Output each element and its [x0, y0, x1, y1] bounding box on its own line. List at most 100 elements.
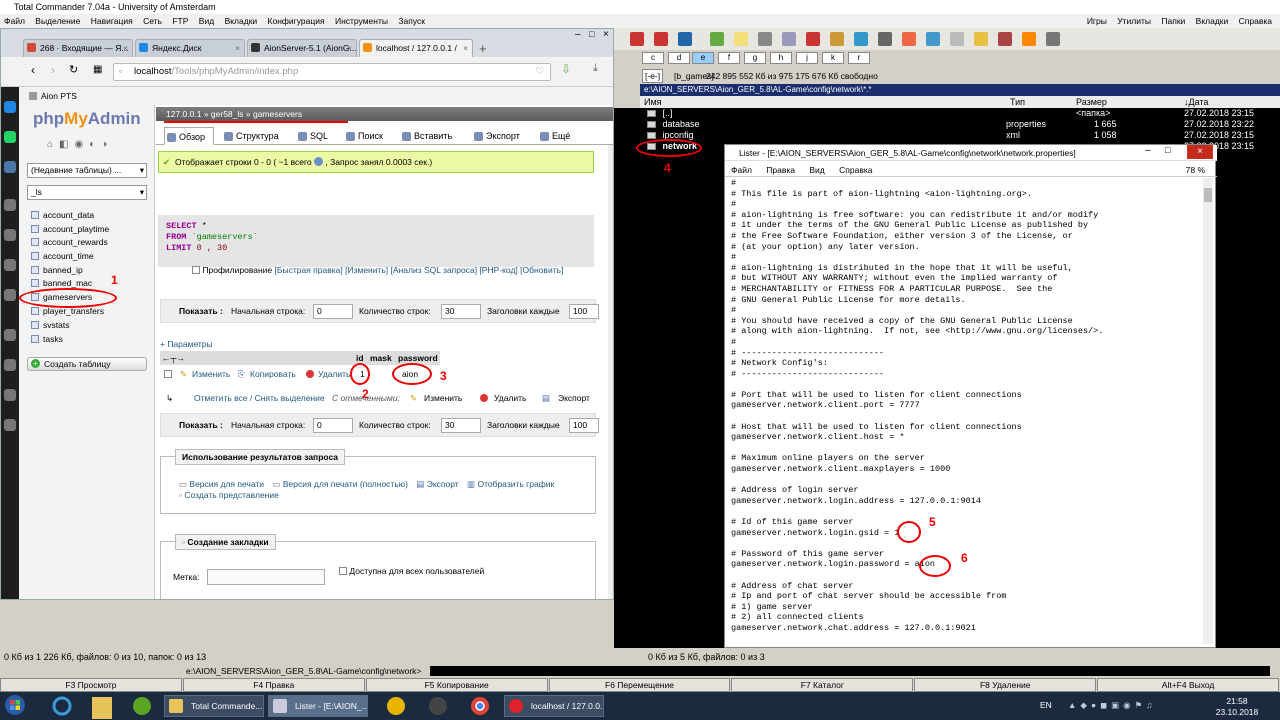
scroll-thumb[interactable] [1204, 188, 1212, 202]
menu-tools[interactable]: Инструменты [335, 16, 388, 26]
file-row[interactable]: [..] <папка> 27.02.2018 23:15 [640, 108, 1280, 119]
profiling-checkbox[interactable] [192, 266, 200, 274]
table-link[interactable]: account_playtime [31, 223, 109, 236]
grid-icon[interactable] [4, 259, 16, 271]
close-icon[interactable]: × [347, 40, 352, 56]
toolbar-icon[interactable] [758, 32, 772, 46]
menu-games[interactable]: Игры [1087, 16, 1107, 26]
menu-tabs[interactable]: Вкладки [225, 16, 258, 26]
start-row-input[interactable]: 0 [313, 418, 353, 433]
drive-select[interactable]: [-e-] [642, 69, 664, 83]
close-icon[interactable]: × [235, 40, 240, 56]
toolbar-icon[interactable] [878, 32, 892, 46]
tabs-grid-icon[interactable]: ▦ [93, 64, 102, 75]
toolbar-icon[interactable] [782, 32, 796, 46]
column-mask[interactable]: mask [370, 351, 392, 365]
column-arrows-icon[interactable]: ←┬→ [162, 351, 185, 365]
public-checkbox[interactable] [339, 567, 347, 575]
minimize-icon[interactable]: – [1145, 145, 1151, 156]
reload-icon[interactable]: ↻ [69, 63, 78, 76]
row-count-input[interactable]: 30 [441, 304, 481, 319]
f3-view-button[interactable]: F3 Просмотр [0, 678, 182, 692]
history-icon[interactable] [4, 389, 16, 401]
tab-export[interactable]: Экспорт [472, 127, 520, 145]
camera-icon[interactable] [4, 289, 16, 301]
page-scrollbar[interactable] [608, 145, 613, 599]
menu-folders[interactable]: Папки [1161, 16, 1185, 26]
toolbar-icon[interactable] [1046, 32, 1060, 46]
pma-logo[interactable]: phpMyAdmin [33, 109, 141, 129]
whatsapp-icon[interactable] [4, 131, 16, 143]
vk-icon[interactable] [4, 161, 16, 173]
table-link[interactable]: account_rewards [31, 236, 108, 249]
command-input[interactable] [430, 666, 1270, 676]
breadcrumb-server[interactable]: 127.0.0.1 [166, 109, 201, 119]
lister-menu-edit[interactable]: Правка [766, 165, 795, 175]
toolbar-icon[interactable] [1022, 32, 1036, 46]
options-link[interactable]: + Параметры [160, 339, 213, 349]
toolbar-icon[interactable] [998, 32, 1012, 46]
close-icon[interactable]: × [463, 40, 468, 56]
toolbar-icon[interactable] [974, 32, 988, 46]
snapshot-icon[interactable]: ⤓ [593, 62, 598, 75]
header-size[interactable]: Размер [1076, 96, 1107, 108]
create-table-button[interactable]: + Создать таблицу [27, 357, 147, 371]
minimize-icon[interactable]: – [575, 29, 581, 40]
breadcrumb-db[interactable]: ger58_ls [211, 109, 244, 119]
menu-utils[interactable]: Утилиты [1117, 16, 1151, 26]
drive-button[interactable]: k [822, 52, 844, 64]
toolbar-icon[interactable] [950, 32, 964, 46]
menu-config[interactable]: Конфигурация [268, 16, 325, 26]
f4-edit-button[interactable]: F4 Правка [182, 678, 365, 692]
export-link[interactable]: Экспорт [427, 479, 459, 489]
header-name[interactable]: Имя [644, 96, 662, 108]
ie-icon[interactable] [52, 696, 72, 718]
page-info-icon[interactable]: ▫ [119, 64, 122, 80]
menu-select[interactable]: Выделение [35, 16, 80, 26]
table-link[interactable]: banned_ip [31, 264, 83, 277]
drive-button[interactable]: f [718, 52, 740, 64]
tab-more[interactable]: Ещё [538, 127, 570, 145]
refresh-link[interactable]: [Обновить] [520, 265, 563, 275]
tab-mail[interactable]: 268 · Входящие — Я... × [23, 39, 133, 57]
inline-edit-link[interactable]: [Быстрая правка] [275, 265, 343, 275]
news-icon[interactable] [4, 359, 16, 371]
bookmark-heart-icon[interactable]: ♡ [535, 64, 544, 80]
heart-icon[interactable] [4, 329, 16, 341]
lister-menu-file[interactable]: Файл [731, 165, 752, 175]
clock-time[interactable]: 21:58 [1212, 696, 1262, 706]
create-view-link[interactable]: Создать представление [184, 490, 278, 500]
menu-help[interactable]: Справка [1239, 16, 1272, 26]
print-view-link[interactable]: Версия для печати [189, 479, 264, 489]
bookmark-aion-pts[interactable]: Aion PTS [41, 91, 77, 101]
public-checkbox-row[interactable]: Доступна для всех пользователей [339, 566, 484, 576]
tab-search[interactable]: Поиск [344, 127, 383, 145]
tab-aionserver[interactable]: AionServer-5.1 (AionG... × [247, 39, 357, 57]
chrome-icon[interactable] [470, 696, 490, 718]
send-icon[interactable] [4, 229, 16, 241]
headers-every-input[interactable]: 100 [569, 418, 599, 433]
lister-menu-help[interactable]: Справка [839, 165, 872, 175]
table-link[interactable]: tasks [31, 333, 63, 346]
taskbar-lister[interactable]: Lister - [E:\AION_... [268, 695, 368, 717]
drive-button[interactable]: j [796, 52, 818, 64]
pma-nav-icons[interactable]: ⌂◧◉◐◑ [47, 139, 113, 150]
toolbar-icon[interactable] [654, 32, 668, 46]
row-copy-link[interactable]: Копировать [250, 365, 296, 383]
toolbar-icon[interactable] [854, 32, 868, 46]
tab-yandex-disk[interactable]: Яндекс.Диск × [135, 39, 245, 57]
search-icon[interactable] [4, 199, 16, 211]
close-icon[interactable]: × [1187, 145, 1213, 159]
drive-button[interactable]: r [848, 52, 870, 64]
menu-network[interactable]: Сеть [143, 16, 162, 26]
print-full-link[interactable]: Версия для печати (полностью) [283, 479, 408, 489]
taskbar-total-commander[interactable]: Total Commande... [164, 695, 264, 717]
php-code-link[interactable]: [PHP-код] [479, 265, 517, 275]
drive-button[interactable]: g [744, 52, 766, 64]
table-link[interactable]: svstats [31, 319, 69, 332]
close-icon[interactable]: × [123, 40, 128, 56]
table-link[interactable]: account_time [31, 250, 94, 263]
toolbar-icon[interactable] [806, 32, 820, 46]
explorer-icon[interactable] [92, 697, 112, 719]
header-date[interactable]: ↓Дата [1184, 96, 1208, 108]
